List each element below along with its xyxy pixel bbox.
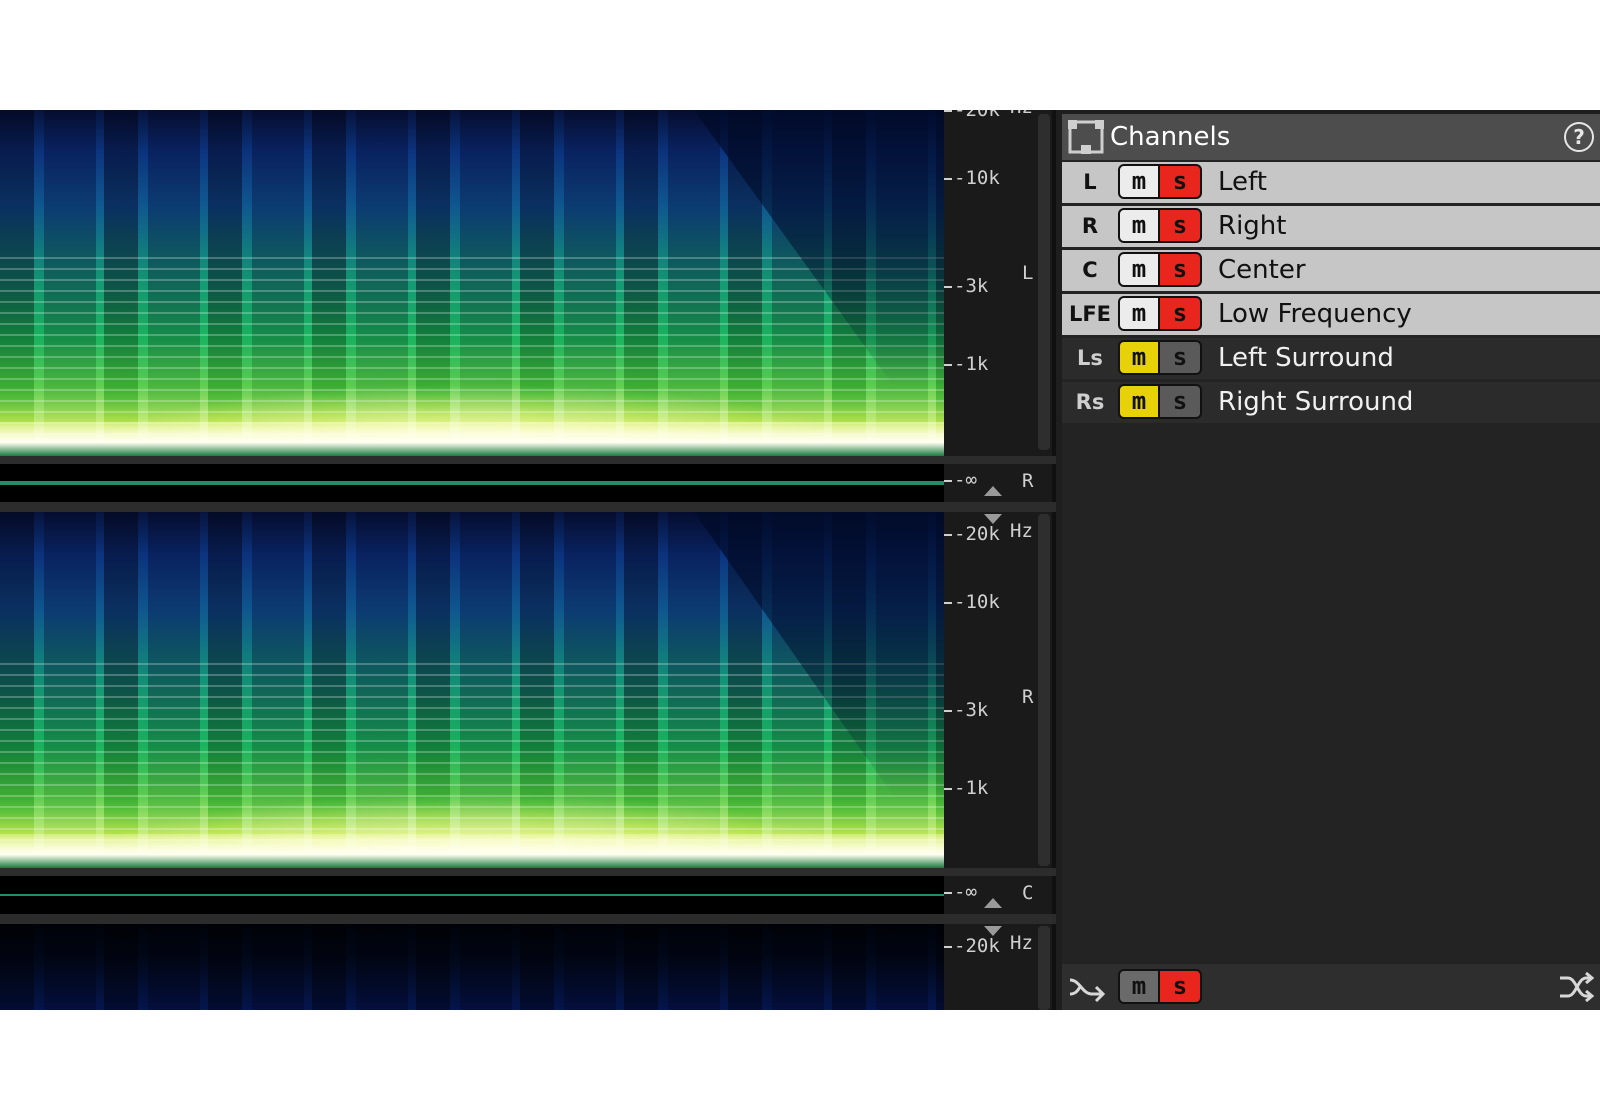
mute-button[interactable]: m [1118, 296, 1160, 331]
help-icon[interactable]: ? [1564, 122, 1594, 152]
solo-button[interactable]: s [1160, 384, 1202, 419]
global-mute-button[interactable]: m [1118, 969, 1160, 1004]
channel-label-next: R [1022, 470, 1034, 492]
channel-abbreviation: Rs [1075, 390, 1105, 414]
solo-button[interactable]: s [1160, 208, 1202, 243]
channel-abbreviation: C [1082, 258, 1098, 282]
amplitude-ruler-left: -∞ R [944, 464, 1052, 502]
mute-button[interactable]: m [1118, 208, 1160, 243]
spectrogram-left[interactable] [0, 110, 944, 456]
freq-tick: -10k [944, 592, 1000, 612]
shuffle-icon[interactable] [1558, 972, 1594, 1002]
waveform-right[interactable] [0, 876, 944, 914]
channel-name: Left [1218, 167, 1267, 197]
waveform-trace [0, 894, 944, 896]
channel-abbreviation: Ls [1077, 346, 1103, 370]
track-divider[interactable] [0, 914, 1056, 924]
freq-tick: -1k [944, 778, 988, 798]
waveform-left[interactable] [0, 464, 944, 502]
global-solo-button[interactable]: s [1160, 969, 1202, 1004]
freq-tick: -20k [944, 524, 1000, 544]
channels-icon [1068, 120, 1104, 154]
solo-button[interactable]: s [1160, 252, 1202, 287]
channel-name: Center [1218, 255, 1306, 285]
mute-button[interactable]: m [1118, 252, 1160, 287]
freq-unit-label: Hz [1010, 932, 1033, 954]
mute-button[interactable]: m [1118, 340, 1160, 375]
amp-tick: -∞ [944, 470, 977, 490]
frequency-ruler-right: -20k -10k -3k -1k Hz R [944, 512, 1052, 868]
channel-name: Right [1218, 211, 1287, 241]
waveform-trace [0, 481, 944, 485]
channel-row[interactable]: Rm s Right [1062, 206, 1600, 247]
vertical-scrollbar[interactable] [1038, 926, 1050, 1010]
channel-name: Right Surround [1218, 387, 1414, 417]
channel-row[interactable]: LFE m s Low Frequency [1062, 294, 1600, 335]
collapse-up-icon[interactable] [984, 486, 1002, 496]
channel-label-left: L [1022, 262, 1034, 284]
channels-panel-header: Channels ? [1062, 114, 1600, 160]
channel-abbreviation: R [1081, 214, 1099, 238]
freq-unit-label: Hz [1010, 110, 1033, 118]
channel-name: Left Surround [1218, 343, 1394, 373]
vertical-scrollbar[interactable] [1038, 514, 1050, 866]
freq-tick: -3k [944, 700, 988, 720]
track-divider[interactable] [0, 502, 1056, 512]
channel-row[interactable]: Lm s Left [1062, 162, 1600, 203]
solo-button[interactable]: s [1160, 296, 1202, 331]
mute-button[interactable]: m [1118, 384, 1160, 419]
channel-name: Low Frequency [1218, 299, 1412, 329]
panel-title: Channels [1110, 122, 1231, 152]
channel-row[interactable]: Ls m s Left Surround [1062, 338, 1600, 379]
channel-row[interactable]: Rs m s Right Surround [1062, 382, 1600, 423]
collapse-up-icon[interactable] [984, 898, 1002, 908]
channel-row[interactable]: Cm s Center [1062, 250, 1600, 291]
freq-unit-label: Hz [1010, 520, 1033, 542]
frequency-ruler-center: -20k Hz [944, 924, 1052, 1010]
mute-button[interactable]: m [1118, 164, 1160, 199]
freq-tick: -20k [944, 110, 1000, 120]
solo-button[interactable]: s [1160, 340, 1202, 375]
vertical-scrollbar[interactable] [1038, 114, 1050, 450]
track-divider[interactable] [0, 456, 1056, 464]
amp-tick: -∞ [944, 882, 977, 902]
freq-tick: -10k [944, 168, 1000, 188]
amplitude-ruler-right: -∞ C [944, 876, 1052, 914]
channel-abbreviation: LFE [1068, 302, 1112, 326]
frequency-ruler-left: -20k -10k -3k -1k Hz L [944, 110, 1052, 456]
route-icon[interactable] [1068, 972, 1106, 1002]
solo-button[interactable]: s [1160, 164, 1202, 199]
channel-label-right: R [1022, 686, 1034, 708]
channels-panel-footer: m s [1062, 964, 1600, 1010]
spectrogram-center[interactable] [0, 924, 944, 1010]
freq-tick: -20k [944, 936, 1000, 956]
spectrogram-display[interactable]: -20k -10k -3k -1k Hz L -∞ R -20k [0, 110, 1056, 1010]
channels-panel: Channels ? Lm s Left Rm s Right Cm s Center LFE m s… [1062, 114, 1600, 1010]
freq-tick: -1k [944, 354, 988, 374]
freq-tick: -3k [944, 276, 988, 296]
track-divider[interactable] [0, 868, 1056, 876]
channel-abbreviation: L [1083, 170, 1097, 194]
audio-editor-window: -20k -10k -3k -1k Hz L -∞ R -20k [0, 110, 1600, 1010]
channel-label-next: C [1022, 882, 1034, 904]
spectrogram-right[interactable] [0, 512, 944, 868]
